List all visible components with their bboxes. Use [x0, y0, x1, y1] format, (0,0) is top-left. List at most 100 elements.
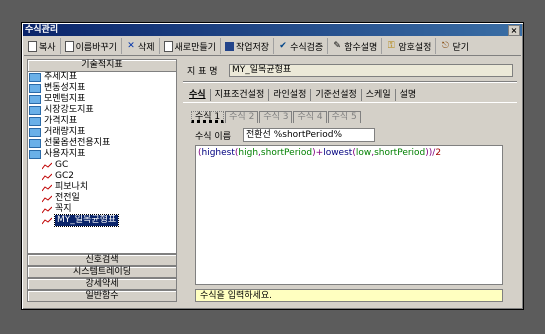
- code-token: 2: [435, 148, 442, 158]
- folder-icon: [29, 73, 41, 82]
- formula-editor-panel: 지 표 명 MY_일목균형표 수식 지표조건설정 라인설정 기준선설정 스케일 …: [183, 59, 517, 304]
- subtab-formula-1[interactable]: 수식 1: [191, 111, 225, 123]
- checkmark-icon: ✔: [279, 41, 287, 51]
- chart-line-icon: [42, 217, 52, 225]
- new-button[interactable]: 새로만들기: [160, 38, 221, 54]
- formula-name-label: 수식 이름: [195, 131, 231, 142]
- tree-label: GC: [55, 160, 69, 170]
- delete-icon: ✕: [127, 41, 135, 51]
- subtab-formula-4[interactable]: 수식 4: [293, 111, 327, 123]
- folder-icon: [29, 117, 41, 126]
- delete-button[interactable]: ✕ 삭제: [122, 38, 160, 54]
- rename-label: 이름바꾸기: [75, 42, 117, 53]
- tab-indicator-conditions[interactable]: 지표조건설정: [209, 89, 269, 101]
- code-token: )+: [312, 148, 324, 158]
- save-label: 작업저장: [235, 42, 270, 53]
- close-button[interactable]: ⎋ 닫기: [436, 38, 473, 54]
- verify-button[interactable]: ✔ 수식검증: [274, 38, 329, 54]
- chart-line-icon: [42, 195, 52, 203]
- indicator-name-label: 지 표 명: [187, 66, 218, 77]
- tree-label: 추세지표: [44, 72, 78, 82]
- tab-baseline-settings[interactable]: 기준선설정: [310, 89, 360, 101]
- indicator-name-field: MY_일목균형표: [229, 63, 513, 77]
- key-icon: ⚿: [387, 41, 395, 51]
- close-label: 닫기: [452, 42, 469, 53]
- folder-icon: [29, 106, 41, 115]
- formula-name-input[interactable]: 전환선 %shortPeriod%: [243, 128, 375, 142]
- subtab-formula-5[interactable]: 수식 5: [327, 111, 361, 123]
- tree-label: MY_일목균형표: [53, 214, 120, 227]
- tree-item[interactable]: GC: [28, 160, 176, 171]
- code-token: shortPeriod: [374, 148, 426, 158]
- system-trading-button[interactable]: 시스템트레이딩: [27, 266, 177, 278]
- code-token: lowest: [323, 148, 353, 158]
- save-disk-icon: [224, 41, 234, 51]
- code-token: low: [355, 148, 372, 158]
- open-folder-icon: [29, 150, 41, 159]
- folder-icon: [29, 84, 41, 93]
- chart-line-icon: [42, 173, 52, 181]
- formula-manager-window: 수식관리 × 복사 이름바꾸기 ✕ 삭제 새로만들기 작업저장 ✔ 수식검증 ✎ 함수…: [21, 22, 524, 310]
- new-label: 새로만들기: [174, 42, 216, 53]
- password-button[interactable]: ⚿ 암호설정: [382, 38, 437, 54]
- signal-search-button[interactable]: 신호검색: [27, 254, 177, 266]
- pencil-icon: ✎: [333, 41, 341, 51]
- copy-button[interactable]: 복사: [24, 38, 61, 54]
- indicator-tree[interactable]: 추세지표 변동성지표 모멘텀지표 시장강도지표 가격지표 거래량지표 선물옵션전…: [27, 71, 177, 254]
- tree-item[interactable]: 꼭지: [28, 204, 176, 215]
- tree-item[interactable]: GC2: [28, 171, 176, 182]
- tree-folder[interactable]: 추세지표: [28, 72, 176, 83]
- save-button[interactable]: 작업저장: [221, 38, 275, 54]
- code-token: shortPeriod: [260, 148, 313, 158]
- tree-label: 변동성지표: [44, 83, 86, 93]
- tree-item[interactable]: 전전일: [28, 193, 176, 204]
- tree-label: 피보나치: [55, 182, 89, 192]
- title-bar: 수식관리 ×: [23, 24, 522, 36]
- tab-formula[interactable]: 수식: [185, 89, 210, 101]
- subtab-formula-3[interactable]: 수식 3: [259, 111, 293, 123]
- subtab-formula-2[interactable]: 수식 2: [225, 111, 259, 123]
- copy-icon: [28, 40, 37, 52]
- tree-folder[interactable]: 변동성지표: [28, 83, 176, 94]
- rename-button[interactable]: 이름바꾸기: [61, 38, 122, 54]
- hint-bar: 수식을 입력하세요.: [195, 289, 503, 302]
- indicator-name-row: 지 표 명 MY_일목균형표: [187, 63, 513, 77]
- tree-folder[interactable]: 선물옵션전용지표: [28, 138, 176, 149]
- new-document-icon: [163, 40, 173, 52]
- indicator-panel: 기술적지표 추세지표 변동성지표 모멘텀지표 시장강도지표 가격지표 거래량지표…: [27, 59, 177, 304]
- function-help-button[interactable]: ✎ 함수설명: [328, 38, 383, 54]
- function-help-label: 함수설명: [344, 42, 378, 53]
- formula-name-row: 수식 이름 전환선 %shortPeriod%: [195, 128, 375, 142]
- tree-label: GC2: [55, 171, 74, 181]
- code-token: highest: [201, 148, 235, 158]
- tree-label: 거래량지표: [44, 127, 86, 137]
- copy-label: 복사: [39, 42, 56, 53]
- tree-folder[interactable]: 거래량지표: [28, 127, 176, 138]
- chart-line-icon: [42, 184, 52, 192]
- divider: [183, 81, 517, 82]
- verify-label: 수식검증: [290, 42, 324, 53]
- tree-label: 전전일: [55, 193, 80, 203]
- toolbar: 복사 이름바꾸기 ✕ 삭제 새로만들기 작업저장 ✔ 수식검증 ✎ 함수설명 ⚿ 암호설…: [24, 37, 521, 56]
- tree-item[interactable]: 피보나치: [28, 182, 176, 193]
- tab-scale[interactable]: 스케일: [360, 89, 395, 101]
- tree-folder[interactable]: 시장강도지표: [28, 105, 176, 116]
- delete-label: 삭제: [137, 42, 155, 53]
- tab-description[interactable]: 설명: [394, 89, 421, 101]
- formula-code-editor[interactable]: (highest(high,shortPeriod)+lowest(low,sh…: [195, 145, 503, 285]
- tree-label: 모멘텀지표: [44, 94, 86, 104]
- divider: [183, 102, 517, 103]
- tree-folder-open[interactable]: 사용자지표: [28, 149, 176, 160]
- tree-item-selected[interactable]: MY_일목균형표: [28, 214, 176, 227]
- exit-door-icon: ⎋: [441, 41, 449, 51]
- chart-line-icon: [42, 206, 52, 214]
- tab-line-settings[interactable]: 라인설정: [268, 89, 310, 101]
- folder-icon: [29, 139, 41, 148]
- code-token: ))/: [425, 148, 436, 158]
- bull-bear-button[interactable]: 강세약세: [27, 278, 177, 290]
- general-functions-button[interactable]: 일반함수: [27, 290, 177, 302]
- tree-folder[interactable]: 모멘텀지표: [28, 94, 176, 105]
- close-icon[interactable]: ×: [508, 25, 520, 36]
- tree-folder[interactable]: 가격지표: [28, 116, 176, 127]
- tree-label: 시장강도지표: [44, 105, 94, 115]
